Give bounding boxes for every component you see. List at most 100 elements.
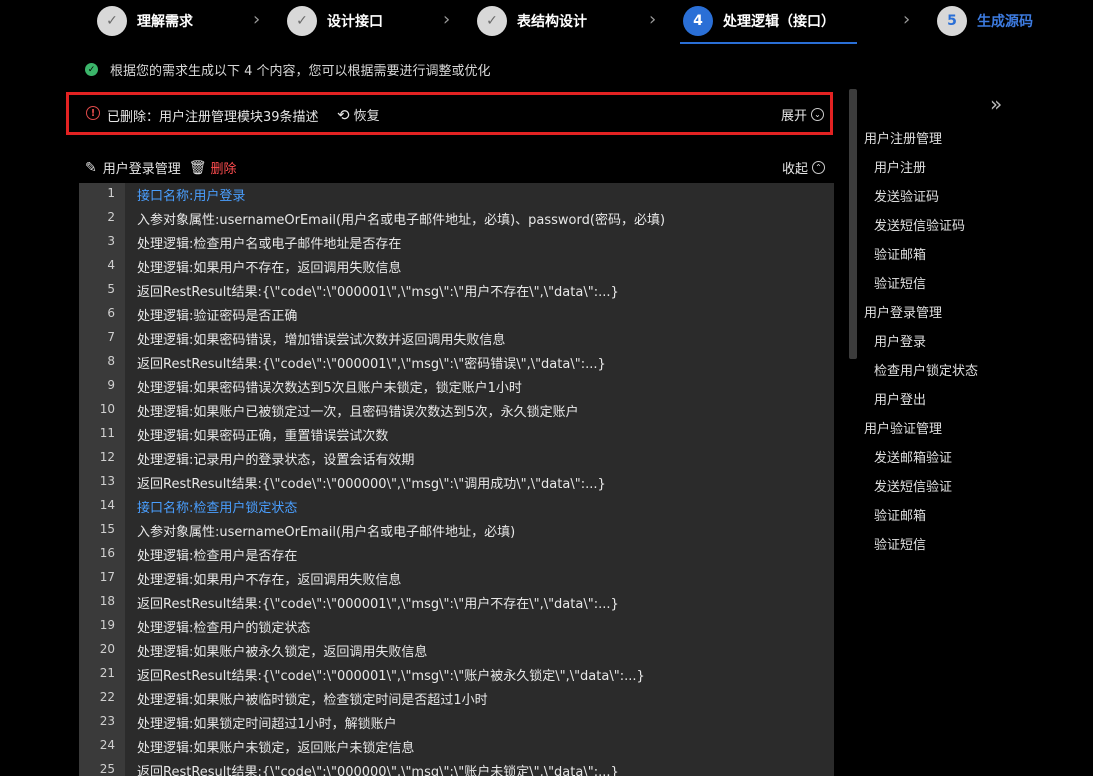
code-line[interactable]: 7 处理逻辑:如果密码错误，增加错误尝试次数并返回调用失败信息 — [79, 327, 834, 351]
code-line[interactable]: 9 处理逻辑:如果密码错误次数达到5次且账户未锁定，锁定账户1小时 — [79, 375, 834, 399]
outline-item[interactable]: 发送短信验证 — [874, 476, 952, 495]
code-text[interactable]: 返回RestResult结果:{\"code\":\"000001\",\"ms… — [137, 281, 619, 300]
code-line[interactable]: 8 返回RestResult结果:{\"code\":\"000001\",\"m… — [79, 351, 834, 375]
code-editor[interactable]: 1 接口名称:用户登录 2 入参对象属性:usernameOrEmail(用户名或电子… — [79, 183, 834, 776]
outline-item[interactable]: 发送短信验证码 — [874, 215, 965, 234]
restore-button[interactable]: ⟲ 恢复 — [337, 105, 380, 125]
code-text[interactable]: 处理逻辑:如果密码正确，重置错误尝试次数 — [137, 425, 388, 444]
step-4[interactable]: 4 处理逻辑（接口） — [683, 5, 835, 37]
code-text[interactable]: 处理逻辑:检查用户名或电子邮件地址是否存在 — [137, 233, 401, 252]
line-number: 4 — [107, 258, 115, 272]
line-number: 15 — [99, 522, 115, 536]
delete-button[interactable]: 删除 — [211, 158, 237, 177]
step-1[interactable]: ✓ 理解需求 — [97, 5, 193, 37]
trash-icon[interactable]: 🗑 — [189, 160, 207, 176]
code-line[interactable]: 14 接口名称:检查用户锁定状态 — [79, 495, 834, 519]
code-text[interactable]: 入参对象属性:usernameOrEmail(用户名或电子邮件地址，必填)、pa… — [137, 209, 665, 228]
code-line[interactable]: 21 返回RestResult结果:{\"code\":\"000001\",\"… — [79, 663, 834, 687]
outline-item[interactable]: 检查用户锁定状态 — [874, 360, 978, 379]
outline-item[interactable]: 用户登录 — [874, 331, 926, 350]
chevron-right-icon: › — [253, 9, 261, 30]
step-label: 处理逻辑（接口） — [723, 14, 835, 30]
step-label: 设计接口 — [327, 14, 383, 30]
outline-item[interactable]: 发送邮箱验证 — [874, 447, 952, 466]
code-line[interactable]: 17 处理逻辑:如果用户不存在，返回调用失败信息 — [79, 567, 834, 591]
code-line[interactable]: 4 处理逻辑:如果用户不存在，返回调用失败信息 — [79, 255, 834, 279]
code-line[interactable]: 15 入参对象属性:usernameOrEmail(用户名或电子邮件地址，必填) — [79, 519, 834, 543]
line-number: 18 — [99, 594, 115, 608]
code-text[interactable]: 处理逻辑:验证密码是否正确 — [137, 305, 297, 324]
code-text[interactable]: 处理逻辑:如果用户不存在，返回调用失败信息 — [137, 569, 401, 588]
code-line[interactable]: 5 返回RestResult结果:{\"code\":\"000001\",\"m… — [79, 279, 834, 303]
line-number: 10 — [99, 402, 115, 416]
code-line[interactable]: 13 返回RestResult结果:{\"code\":\"000000\",\"… — [79, 471, 834, 495]
code-line[interactable]: 6 处理逻辑:验证密码是否正确 — [79, 303, 834, 327]
code-text[interactable]: 入参对象属性:usernameOrEmail(用户名或电子邮件地址，必填) — [137, 521, 515, 540]
step-3[interactable]: ✓ 表结构设计 — [477, 5, 587, 37]
code-line[interactable]: 24 处理逻辑:如果账户未锁定，返回账户未锁定信息 — [79, 735, 834, 759]
active-step-indicator — [680, 42, 857, 44]
deleted-notice: ! 已删除：用户注册管理模块39条描述 ⟲ 恢复 展开 ⌄ — [66, 92, 833, 135]
outline-group[interactable]: 用户注册管理 — [864, 128, 942, 147]
code-text[interactable]: 处理逻辑:如果账户被临时锁定，检查锁定时间是否超过1小时 — [137, 689, 488, 708]
module-header: ✎ 用户登录管理 🗑 删除 — [85, 158, 237, 178]
check-icon: ✓ — [477, 6, 507, 36]
code-text[interactable]: 处理逻辑:记录用户的登录状态，设置会话有效期 — [137, 449, 414, 468]
collapse-button[interactable]: 收起 ⌃ — [782, 158, 826, 177]
code-line[interactable]: 10 处理逻辑:如果账户已被锁定过一次，且密码错误次数达到5次，永久锁定账户 — [79, 399, 834, 423]
module-title: 用户登录管理 — [102, 162, 181, 177]
api-name-line[interactable]: 接口名称:用户登录 — [137, 185, 245, 204]
step-2[interactable]: ✓ 设计接口 — [287, 5, 383, 37]
line-number: 13 — [99, 474, 115, 488]
code-line[interactable]: 18 返回RestResult结果:{\"code\":\"000001\",\"… — [79, 591, 834, 615]
code-line[interactable]: 20 处理逻辑:如果账户被永久锁定，返回调用失败信息 — [79, 639, 834, 663]
line-number: 5 — [107, 282, 115, 296]
chevron-up-icon: ⌃ — [812, 161, 826, 174]
code-line[interactable]: 2 入参对象属性:usernameOrEmail(用户名或电子邮件地址，必填)、p… — [79, 207, 834, 231]
code-line[interactable]: 12 处理逻辑:记录用户的登录状态，设置会话有效期 — [79, 447, 834, 471]
step-5[interactable]: 5 生成源码 — [937, 5, 1033, 37]
code-text[interactable]: 处理逻辑:检查用户的锁定状态 — [137, 617, 310, 636]
code-line[interactable]: 19 处理逻辑:检查用户的锁定状态 — [79, 615, 834, 639]
outline-item[interactable]: 用户登出 — [874, 389, 926, 408]
code-text[interactable]: 处理逻辑:如果用户不存在，返回调用失败信息 — [137, 257, 401, 276]
restore-label: 恢复 — [353, 109, 380, 124]
step-label: 生成源码 — [977, 14, 1033, 30]
code-line[interactable]: 16 处理逻辑:检查用户是否存在 — [79, 543, 834, 567]
code-text[interactable]: 返回RestResult结果:{\"code\":\"000001\",\"ms… — [137, 353, 606, 372]
line-number: 19 — [99, 618, 115, 632]
outline-group[interactable]: 用户验证管理 — [864, 418, 942, 437]
outline-item[interactable]: 发送验证码 — [874, 186, 939, 205]
code-line[interactable]: 3 处理逻辑:检查用户名或电子邮件地址是否存在 — [79, 231, 834, 255]
code-text[interactable]: 处理逻辑:如果账户未锁定，返回账户未锁定信息 — [137, 737, 414, 756]
code-text[interactable]: 返回RestResult结果:{\"code\":\"000001\",\"ms… — [137, 593, 619, 612]
line-number: 16 — [99, 546, 115, 560]
code-text[interactable]: 返回RestResult结果:{\"code\":\"000000\",\"ms… — [137, 761, 619, 776]
code-text[interactable]: 处理逻辑:如果密码错误次数达到5次且账户未锁定，锁定账户1小时 — [137, 377, 522, 396]
outline-item[interactable]: 验证邮箱 — [874, 244, 926, 263]
outline-item[interactable]: 验证短信 — [874, 273, 926, 292]
line-number: 7 — [107, 330, 115, 344]
outline-item[interactable]: 用户注册 — [874, 157, 926, 176]
api-name-line[interactable]: 接口名称:检查用户锁定状态 — [137, 497, 297, 516]
vertical-scrollbar[interactable] — [849, 89, 857, 359]
outline-group[interactable]: 用户登录管理 — [864, 302, 942, 321]
expand-button[interactable]: 展开 ⌄ — [781, 105, 824, 124]
edit-icon[interactable]: ✎ — [85, 160, 97, 176]
code-text[interactable]: 处理逻辑:如果账户已被锁定过一次，且密码错误次数达到5次，永久锁定账户 — [137, 401, 579, 420]
code-line[interactable]: 11 处理逻辑:如果密码正确，重置错误尝试次数 — [79, 423, 834, 447]
outline-item[interactable]: 验证短信 — [874, 534, 926, 553]
code-text[interactable]: 处理逻辑:检查用户是否存在 — [137, 545, 297, 564]
code-text[interactable]: 返回RestResult结果:{\"code\":\"000000\",\"ms… — [137, 473, 606, 492]
code-text[interactable]: 处理逻辑:如果账户被永久锁定，返回调用失败信息 — [137, 641, 427, 660]
code-text[interactable]: 处理逻辑:如果锁定时间超过1小时，解锁账户 — [137, 713, 397, 732]
code-line[interactable]: 22 处理逻辑:如果账户被临时锁定，检查锁定时间是否超过1小时 — [79, 687, 834, 711]
code-line[interactable]: 1 接口名称:用户登录 — [79, 183, 834, 207]
outline-item[interactable]: 验证邮箱 — [874, 505, 926, 524]
code-text[interactable]: 处理逻辑:如果密码错误，增加错误尝试次数并返回调用失败信息 — [137, 329, 505, 348]
code-text[interactable]: 返回RestResult结果:{\"code\":\"000001\",\"ms… — [137, 665, 645, 684]
double-chevron-right-icon[interactable]: » — [990, 92, 1002, 116]
line-number: 17 — [99, 570, 115, 584]
code-line[interactable]: 25 返回RestResult结果:{\"code\":\"000000\",\"… — [79, 759, 834, 776]
code-line[interactable]: 23 处理逻辑:如果锁定时间超过1小时，解锁账户 — [79, 711, 834, 735]
